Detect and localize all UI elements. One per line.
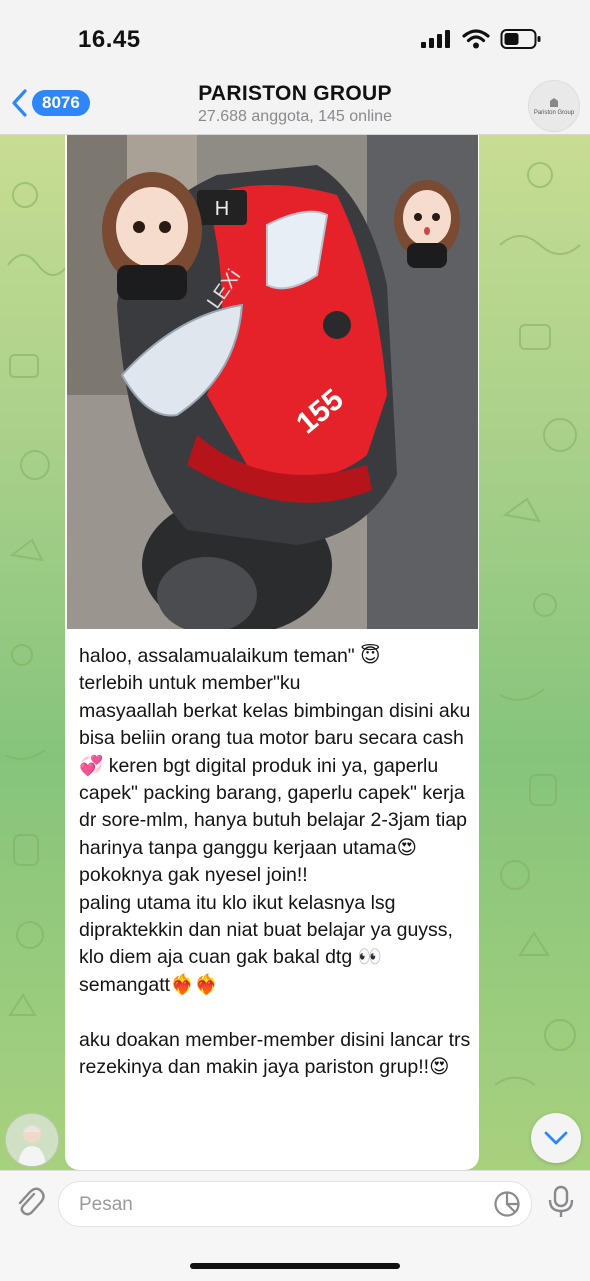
chat-area[interactable]: H LEXi 155 haloo, assalamualaikum teman"… bbox=[0, 135, 590, 1170]
chat-header: 8076 PARISTON GROUP 27.688 anggota, 145 … bbox=[0, 70, 590, 135]
chat-subtitle: 27.688 anggota, 145 online bbox=[198, 108, 392, 125]
sticker-icon[interactable] bbox=[493, 1190, 521, 1218]
status-time: 16.45 bbox=[78, 26, 141, 53]
wifi-icon bbox=[462, 29, 490, 49]
message-text: haloo, assalamualaikum teman" 😇 terlebih… bbox=[79, 645, 471, 1079]
group-avatar-text: Pariston Group bbox=[533, 109, 575, 116]
status-bar: 16.45 bbox=[0, 0, 590, 80]
group-avatar[interactable]: Pariston Group bbox=[528, 80, 580, 132]
message-input-bar bbox=[0, 1170, 590, 1281]
plate-text: H bbox=[215, 198, 229, 220]
chevron-down-icon bbox=[544, 1131, 568, 1145]
sender-avatar-image bbox=[6, 1114, 58, 1166]
sender-avatar[interactable] bbox=[5, 1113, 59, 1167]
home-indicator bbox=[190, 1263, 400, 1269]
message-photo[interactable]: H LEXi 155 bbox=[67, 135, 478, 629]
battery-icon bbox=[500, 29, 541, 49]
girl-sticker-left bbox=[102, 172, 202, 300]
group-logo-icon bbox=[550, 97, 558, 107]
message-field[interactable] bbox=[58, 1181, 532, 1228]
attach-icon[interactable] bbox=[12, 1185, 46, 1219]
status-icons bbox=[420, 28, 542, 50]
scroll-down-button[interactable] bbox=[531, 1113, 581, 1163]
microphone-icon[interactable] bbox=[546, 1185, 576, 1219]
chat-title[interactable]: PARISTON GROUP bbox=[0, 82, 590, 106]
signal-icon bbox=[421, 30, 450, 48]
message-input[interactable] bbox=[77, 1182, 481, 1228]
